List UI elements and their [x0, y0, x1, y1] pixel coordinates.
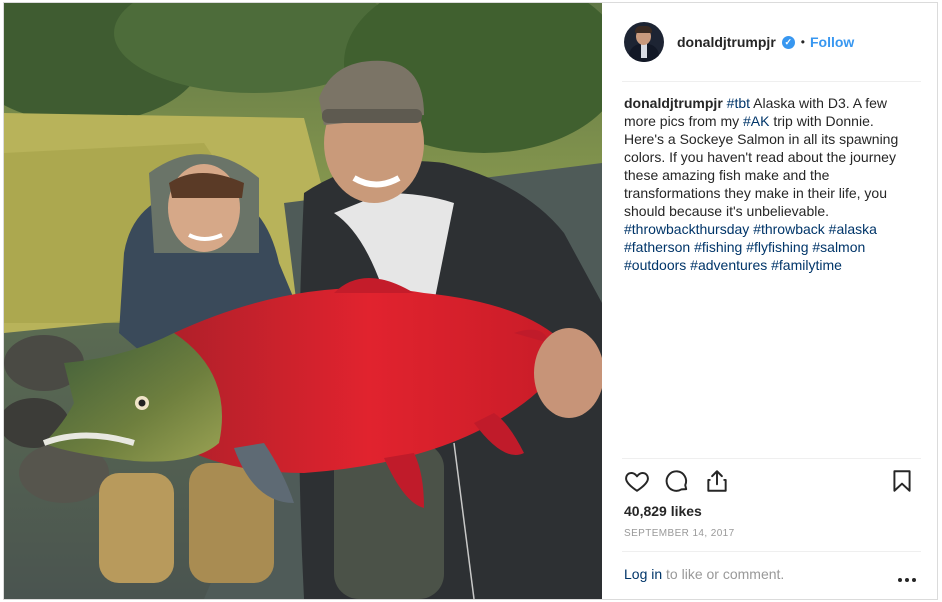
bookmark-icon[interactable]	[889, 468, 917, 496]
caption-username[interactable]: donaldjtrumpjr	[624, 95, 723, 111]
post-caption: donaldjtrumpjr #tbt Alaska with D3. A fe…	[624, 94, 916, 274]
avatar[interactable]	[624, 22, 664, 62]
heart-icon[interactable]	[624, 468, 652, 496]
hashtag-link[interactable]: #AK	[743, 113, 769, 129]
hashtag-link[interactable]: #salmon	[812, 239, 865, 255]
comment-bar: Log in to like or comment.	[624, 566, 784, 582]
comment-prompt: to like or comment.	[662, 566, 785, 582]
comment-icon[interactable]	[664, 468, 692, 496]
hashtag-link[interactable]: #adventures	[690, 257, 767, 273]
hashtag-link[interactable]: #throwbackthursday	[624, 221, 749, 237]
action-bar	[624, 468, 916, 498]
header-divider	[622, 81, 921, 82]
hashtag-link[interactable]: #fishing	[694, 239, 742, 255]
likes-count[interactable]: 40,829 likes	[624, 503, 702, 519]
hashtag-link[interactable]: #fatherson	[624, 239, 690, 255]
hashtag-link[interactable]: #tbt	[727, 95, 750, 111]
login-link[interactable]: Log in	[624, 566, 662, 582]
caption-body: #tbt Alaska with D3. A few more pics fro…	[624, 95, 898, 273]
instagram-post: donaldjtrumpjr ✓ • Follow donaldjtrumpjr…	[3, 2, 938, 600]
post-photo[interactable]	[4, 3, 602, 599]
comment-divider	[622, 551, 921, 552]
hashtag-link[interactable]: #throwback	[753, 221, 825, 237]
hashtag-link[interactable]: #alaska	[829, 221, 877, 237]
hashtag-link[interactable]: #outdoors	[624, 257, 686, 273]
hashtag-link[interactable]: #flyfishing	[746, 239, 808, 255]
follow-button[interactable]: Follow	[810, 34, 854, 50]
username[interactable]: donaldjtrumpjr	[677, 34, 776, 50]
post-header: donaldjtrumpjr ✓ • Follow	[602, 3, 937, 81]
hashtag-link[interactable]: #familytime	[771, 257, 842, 273]
post-date[interactable]: SEPTEMBER 14, 2017	[624, 528, 735, 539]
post-details-panel: donaldjtrumpjr ✓ • Follow donaldjtrumpjr…	[602, 3, 937, 599]
share-icon[interactable]	[704, 468, 732, 496]
separator-dot: •	[800, 35, 805, 49]
more-options-icon[interactable]	[897, 570, 917, 588]
verified-badge-icon: ✓	[781, 35, 795, 49]
actions-divider	[622, 458, 921, 459]
photo-illustration	[4, 3, 602, 599]
